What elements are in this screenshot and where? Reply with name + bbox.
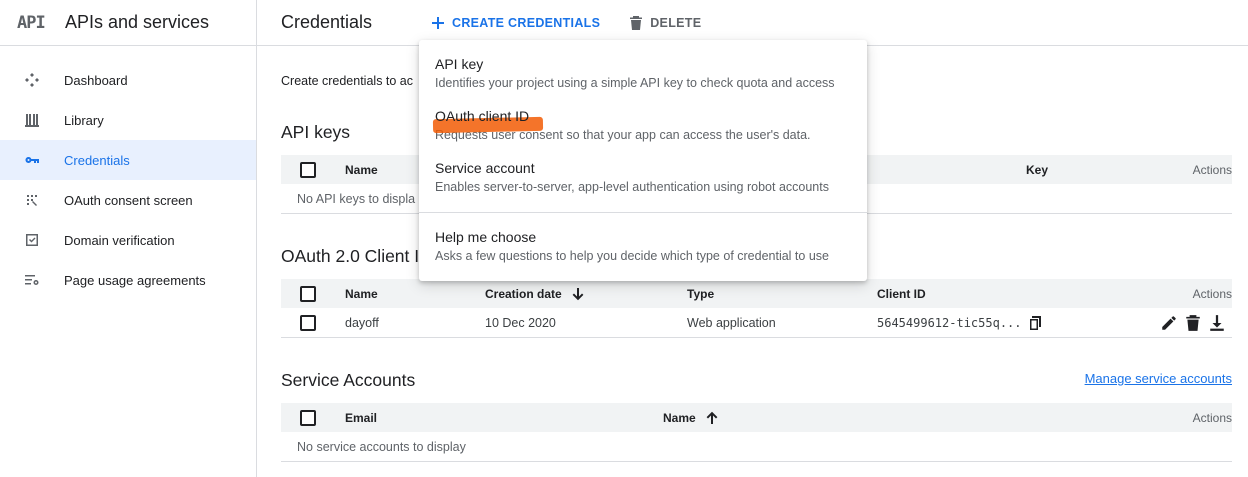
delete-button[interactable]: DELETE — [628, 15, 701, 31]
plus-icon — [432, 16, 444, 29]
column-creation-date-label: Creation date — [485, 286, 562, 301]
edit-icon[interactable] — [1160, 314, 1178, 332]
oauth-title: OAuth 2.0 Client I — [281, 246, 420, 266]
select-all-checkbox[interactable] — [300, 155, 316, 184]
service-accounts-table: Email Name Actions No service accounts t… — [281, 403, 1232, 462]
column-actions: Actions — [1192, 410, 1232, 425]
dashboard-icon — [0, 72, 64, 88]
page-title: Credentials — [281, 12, 373, 32]
menu-item-title: Help me choose — [435, 229, 537, 245]
column-type[interactable]: Type — [687, 279, 714, 308]
consent-icon — [0, 192, 64, 208]
empty-message: No API keys to displa — [297, 191, 416, 206]
empty-row: No service accounts to display — [281, 432, 1232, 462]
key-icon — [0, 152, 64, 168]
menu-item-title: API key — [435, 56, 484, 72]
trash-icon — [630, 15, 643, 30]
client-name[interactable]: dayoff — [345, 308, 379, 337]
api-keys-title: API keys — [281, 122, 351, 142]
sidebar-item-label: Credentials — [64, 152, 130, 168]
table-row[interactable]: dayoff 10 Dec 2020 Web application 56454… — [281, 308, 1232, 338]
menu-item-help-me-choose[interactable]: Help me choose Asks a few questions to h… — [419, 221, 867, 273]
column-name[interactable]: Name — [345, 155, 378, 184]
column-client-id[interactable]: Client ID — [877, 279, 926, 308]
menu-item-api-key[interactable]: API key Identifies your project using a … — [419, 48, 867, 100]
download-icon[interactable] — [1208, 314, 1226, 332]
app-title: APIs and services — [65, 12, 210, 32]
create-credentials-menu: API key Identifies your project using a … — [419, 40, 867, 281]
column-name[interactable]: Name — [345, 279, 378, 308]
menu-item-description: Asks a few questions to help you decide … — [435, 249, 829, 263]
sidebar-item-label: Page usage agreements — [64, 272, 206, 288]
api-logo: API — [17, 12, 46, 33]
sidebar-nav: Dashboard Library Credentials OAuth cons… — [0, 46, 256, 300]
menu-item-title: OAuth client ID — [435, 108, 530, 124]
sidebar-item-dashboard[interactable]: Dashboard — [0, 60, 256, 100]
client-id-value: 5645499612-tic55q... — [877, 315, 1022, 330]
settings-list-icon — [0, 272, 64, 288]
column-actions: Actions — [1192, 162, 1232, 177]
menu-item-description: Identifies your project using a simple A… — [435, 76, 835, 90]
arrow-up-icon — [706, 411, 718, 424]
column-name-label: Name — [663, 410, 696, 425]
row-checkbox[interactable] — [300, 308, 316, 337]
column-actions: Actions — [1192, 286, 1232, 301]
create-credentials-label: CREATE CREDENTIALS — [452, 15, 601, 30]
client-id-cell: 5645499612-tic55q... — [877, 308, 1044, 337]
column-creation-date[interactable]: Creation date — [485, 279, 586, 308]
manage-service-accounts-link[interactable]: Manage service accounts — [1085, 371, 1232, 386]
menu-item-service-account[interactable]: Service account Enables server-to-server… — [419, 152, 867, 204]
sidebar-item-library[interactable]: Library — [0, 100, 256, 140]
sidebar-item-label: Library — [64, 112, 104, 128]
table-header: Name Creation date Type Client ID Action… — [281, 279, 1232, 308]
sidebar: API APIs and services Dashboard Library … — [0, 0, 257, 477]
sidebar-item-domain-verification[interactable]: Domain verification — [0, 220, 256, 260]
select-all-checkbox[interactable] — [300, 403, 316, 432]
service-accounts-title: Service Accounts — [281, 370, 416, 390]
row-actions — [1160, 308, 1226, 337]
copy-icon[interactable] — [1028, 315, 1044, 331]
sidebar-item-label: OAuth consent screen — [64, 192, 193, 208]
menu-item-description: Enables server-to-server, app-level auth… — [435, 180, 829, 194]
arrow-down-icon — [572, 287, 584, 300]
checkbox-icon — [0, 232, 64, 248]
column-key: Key — [1026, 162, 1049, 177]
column-email[interactable]: Email — [345, 403, 377, 432]
delete-label: DELETE — [650, 15, 702, 30]
table-header: Email Name Actions — [281, 403, 1232, 432]
brand-bar: API APIs and services — [0, 0, 256, 46]
oauth-table: Name Creation date Type Client ID Action… — [281, 279, 1232, 338]
menu-divider — [419, 212, 867, 213]
sidebar-item-oauth-consent[interactable]: OAuth consent screen — [0, 180, 256, 220]
column-name[interactable]: Name — [663, 403, 720, 432]
client-type: Web application — [687, 315, 776, 330]
library-icon — [0, 112, 64, 128]
menu-item-title: Service account — [435, 160, 535, 176]
create-credentials-button[interactable]: CREATE CREDENTIALS — [430, 15, 600, 31]
creation-date: 10 Dec 2020 — [485, 315, 556, 330]
sidebar-item-credentials[interactable]: Credentials — [0, 140, 256, 180]
sidebar-item-label: Dashboard — [64, 72, 128, 88]
empty-message: No service accounts to display — [297, 439, 466, 454]
sidebar-item-page-usage-agreements[interactable]: Page usage agreements — [0, 260, 256, 300]
trash-icon[interactable] — [1184, 314, 1202, 332]
sidebar-item-label: Domain verification — [64, 232, 175, 248]
select-all-checkbox[interactable] — [300, 279, 316, 308]
intro-text: Create credentials to ac — [281, 74, 414, 88]
menu-item-oauth-client-id[interactable]: OAuth client ID Requests user consent so… — [419, 100, 867, 152]
